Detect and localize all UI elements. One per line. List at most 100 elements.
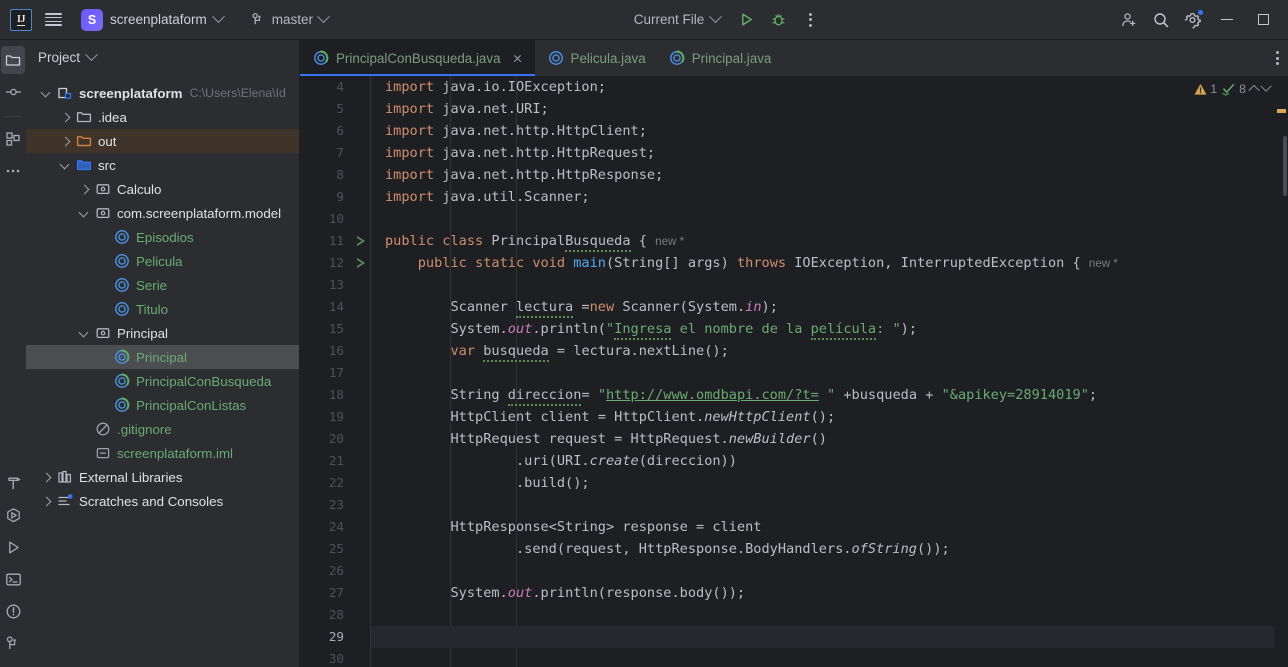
- code-line[interactable]: Scanner lectura =new Scanner(System.in);: [371, 296, 1274, 318]
- hamburger-menu-icon[interactable]: [38, 5, 68, 35]
- code-content[interactable]: import java.io.IOException; import java.n…: [370, 76, 1274, 667]
- tree-row-episodios[interactable]: Episodios: [26, 225, 299, 249]
- code-line[interactable]: [371, 208, 1274, 230]
- tree-row-serie[interactable]: Serie: [26, 273, 299, 297]
- tree-toggle-right-icon[interactable]: [59, 135, 72, 148]
- tree-toggle-right-icon[interactable]: [78, 183, 91, 196]
- rail-item-more-tools[interactable]: [1, 157, 25, 185]
- rail-item-run[interactable]: [1, 533, 25, 561]
- tree-row-calculo[interactable]: Calculo: [26, 177, 299, 201]
- search-everywhere-button[interactable]: [1146, 5, 1176, 35]
- inspection-status[interactable]: 8: [1221, 82, 1246, 96]
- tree-toggle-right-icon[interactable]: [40, 495, 53, 508]
- editor-viewport[interactable]: 4 5 6 7 8 9 10 11 12 13 14 15 16 17 18 19 20 21 22 23 24 25 26…: [300, 76, 1288, 667]
- tree-row-com-screenplataform-model[interactable]: com.screenplataform.model: [26, 201, 299, 225]
- maximize-button[interactable]: [1246, 5, 1280, 35]
- editor-tab-principalconbusqueda-java[interactable]: PrincipalConBusqueda.java: [300, 40, 535, 76]
- previous-problem-button[interactable]: [1248, 84, 1260, 97]
- code-line[interactable]: [371, 494, 1274, 516]
- rail-item-commit[interactable]: [1, 78, 25, 106]
- stripe-warning-marker[interactable]: [1277, 109, 1286, 113]
- code-line[interactable]: .send(request, HttpResponse.BodyHandlers…: [371, 538, 1274, 560]
- tab-options-button[interactable]: [1276, 40, 1288, 76]
- tree-row-src[interactable]: src: [26, 153, 299, 177]
- error-stripe[interactable]: [1274, 76, 1288, 667]
- project-selector[interactable]: S screenplataform: [76, 5, 231, 35]
- tree-row-principalconbusqueda[interactable]: PrincipalConBusqueda: [26, 369, 299, 393]
- project-tree[interactable]: screenplataform C:\Users\Elena\Id .idea out…: [26, 74, 299, 667]
- code-line[interactable]: import java.net.http.HttpResponse;: [371, 164, 1274, 186]
- gutter-run-icon[interactable]: [352, 230, 370, 252]
- code-line[interactable]: import java.util.Scanner;: [371, 186, 1274, 208]
- code-line[interactable]: [371, 648, 1274, 667]
- tree-toggle-down-icon[interactable]: [78, 327, 91, 340]
- project-panel-header[interactable]: Project: [26, 40, 299, 74]
- code-line[interactable]: System.out.println(response.body());: [371, 582, 1274, 604]
- code-line[interactable]: import java.net.URI;: [371, 98, 1274, 120]
- code-line[interactable]: var busqueda = lectura.nextLine();: [371, 340, 1274, 362]
- gutter-run-icon[interactable]: [352, 252, 370, 274]
- tree-toggle-right-icon[interactable]: [59, 111, 72, 124]
- rail-item-version-control[interactable]: [1, 629, 25, 657]
- tree-toggle-down-icon[interactable]: [59, 159, 72, 172]
- minimize-button[interactable]: [1210, 5, 1244, 35]
- tree-row-principalconlistas[interactable]: PrincipalConListas: [26, 393, 299, 417]
- class-icon: [113, 301, 131, 317]
- code-line[interactable]: import java.net.http.HttpClient;: [371, 120, 1274, 142]
- tree-row-screenplataform-iml[interactable]: screenplataform.iml: [26, 441, 299, 465]
- code-line[interactable]: [371, 626, 1274, 648]
- rail-item-terminal[interactable]: [1, 565, 25, 593]
- editor-tab-pelicula-java[interactable]: Pelicula.java: [535, 40, 656, 76]
- tree-row-out[interactable]: out: [26, 129, 299, 153]
- code-line[interactable]: import java.io.IOException;: [371, 76, 1274, 98]
- code-line[interactable]: HttpClient client = HttpClient.newHttpCl…: [371, 406, 1274, 428]
- gutter-empty: [352, 296, 370, 318]
- code-line[interactable]: [371, 362, 1274, 384]
- code-line[interactable]: .build();: [371, 472, 1274, 494]
- settings-button[interactable]: [1178, 5, 1208, 35]
- package-icon: [96, 208, 110, 219]
- code-line[interactable]: [371, 560, 1274, 582]
- run-configuration-selector[interactable]: Current File: [625, 8, 730, 31]
- close-icon[interactable]: [510, 51, 525, 66]
- tree-row-principal[interactable]: Principal: [26, 345, 299, 369]
- rail-item-problems[interactable]: [1, 597, 25, 625]
- code-line[interactable]: HttpRequest request = HttpRequest.newBui…: [371, 428, 1274, 450]
- editor-scrollbar-thumb[interactable]: [1283, 136, 1287, 196]
- branch-selector[interactable]: master: [243, 8, 336, 31]
- warning-count[interactable]: 1: [1194, 82, 1217, 96]
- tree-row-titulo[interactable]: Titulo: [26, 297, 299, 321]
- rail-item-services[interactable]: [1, 501, 25, 529]
- run-button[interactable]: [731, 5, 761, 35]
- next-problem-button[interactable]: [1260, 80, 1272, 92]
- more-actions-button[interactable]: [795, 5, 825, 35]
- tree-item-label: PrincipalConBusqueda: [136, 373, 272, 389]
- code-line[interactable]: HttpResponse<String> response = client: [371, 516, 1274, 538]
- tree-row-principal[interactable]: Principal: [26, 321, 299, 345]
- tree-row--gitignore[interactable]: .gitignore: [26, 417, 299, 441]
- tree-row-pelicula[interactable]: Pelicula: [26, 249, 299, 273]
- code-line[interactable]: import java.net.http.HttpRequest;: [371, 142, 1274, 164]
- editor-tab-principal-java[interactable]: Principal.java: [656, 40, 782, 76]
- code-line[interactable]: [371, 274, 1274, 296]
- code-line[interactable]: [371, 604, 1274, 626]
- debug-button[interactable]: [763, 5, 793, 35]
- tree-toggle-down-icon[interactable]: [78, 207, 91, 220]
- code-line[interactable]: System.out.println("Ingresa el nombre de…: [371, 318, 1274, 340]
- intellij-logo[interactable]: IJ: [6, 5, 36, 35]
- code-line[interactable]: public class PrincipalBusqueda { new *: [371, 230, 1274, 252]
- run-gutter[interactable]: [352, 76, 370, 667]
- add-account-button[interactable]: [1114, 5, 1144, 35]
- tree-toggle-down-icon[interactable]: [40, 87, 53, 100]
- rail-item-build[interactable]: [1, 469, 25, 497]
- tree-row-screenplataform[interactable]: screenplataform C:\Users\Elena\Id: [26, 81, 299, 105]
- code-line[interactable]: String direccion= "http://www.omdbapi.co…: [371, 384, 1274, 406]
- code-line[interactable]: public static void main(String[] args) t…: [371, 252, 1274, 274]
- tree-row-external-libraries[interactable]: External Libraries: [26, 465, 299, 489]
- tree-toggle-right-icon[interactable]: [40, 471, 53, 484]
- code-line[interactable]: .uri(URI.create(direccion)): [371, 450, 1274, 472]
- rail-item-structure[interactable]: [1, 125, 25, 153]
- tree-row-scratches-and-consoles[interactable]: Scratches and Consoles: [26, 489, 299, 513]
- tree-row--idea[interactable]: .idea: [26, 105, 299, 129]
- rail-item-project[interactable]: [1, 46, 25, 74]
